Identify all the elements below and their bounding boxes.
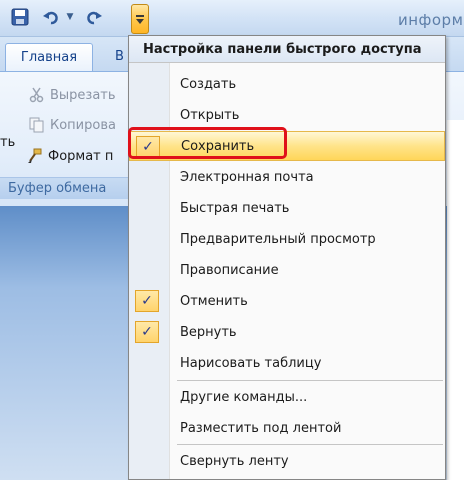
menu-item-redo[interactable]: ✓ Вернуть: [129, 317, 445, 347]
cut-label: Вырезать: [50, 87, 116, 103]
menu-item-spelling[interactable]: Правописание: [129, 255, 445, 285]
menu-item-label: Быстрая печать: [180, 200, 290, 216]
menu-item-show-below-ribbon[interactable]: Разместить под лентой: [129, 413, 445, 443]
save-icon[interactable]: [8, 6, 32, 28]
menu-header: Настройка панели быстрого доступа: [129, 36, 445, 63]
cut-button[interactable]: Вырезать: [28, 86, 116, 104]
undo-icon[interactable]: [40, 6, 62, 28]
brush-icon: [26, 147, 44, 165]
format-painter-label: Формат п: [48, 148, 114, 164]
menu-separator: [177, 380, 443, 381]
menu-item-label: Другие команды...: [180, 389, 308, 405]
tab-home[interactable]: Главная: [5, 43, 93, 71]
customize-qat-icon[interactable]: [131, 4, 149, 34]
menu-item-undo[interactable]: ✓ Отменить: [129, 286, 445, 316]
tab-insert[interactable]: В: [115, 49, 124, 64]
menu-item-label: Разместить под лентой: [180, 420, 342, 436]
menu-item-print-preview[interactable]: Предварительный просмотр: [129, 224, 445, 254]
copy-icon: [28, 116, 46, 134]
copy-button[interactable]: Копирова: [28, 116, 116, 134]
checkmark-icon: ✓: [135, 321, 159, 343]
menu-item-label: Предварительный просмотр: [180, 231, 376, 247]
menu-item-more-commands[interactable]: Другие команды...: [129, 382, 445, 412]
menu-item-label: Вернуть: [180, 324, 237, 340]
document-title: информ: [398, 11, 464, 29]
redo-icon[interactable]: [82, 6, 106, 28]
title-bar: ▼ информ: [0, 0, 464, 37]
menu-item-label: Создать: [180, 76, 237, 92]
highlight-annotation-box: [128, 127, 287, 159]
scissors-icon: [28, 86, 46, 104]
menu-item-label: Отменить: [180, 293, 248, 309]
menu-item-label: Свернуть ленту: [180, 453, 289, 469]
menu-item-label: Открыть: [180, 107, 240, 123]
menu-item-quick-print[interactable]: Быстрая печать: [129, 193, 445, 223]
menu-item-email[interactable]: Электронная почта: [129, 162, 445, 192]
menu-item-create[interactable]: Создать: [129, 69, 445, 99]
format-painter-button[interactable]: Формат п: [26, 147, 113, 165]
menu-item-label: Электронная почта: [180, 169, 314, 185]
clipboard-group-label: Буфер обмена: [0, 177, 128, 199]
checkmark-icon: ✓: [135, 290, 159, 312]
chevron-down-icon[interactable]: ▼: [64, 6, 76, 28]
menu-item-label: Нарисовать таблицу: [180, 355, 322, 371]
menu-separator: [177, 444, 443, 445]
menu-item-label: Правописание: [180, 262, 279, 278]
paste-label-fragment[interactable]: ть: [0, 135, 15, 150]
copy-label: Копирова: [50, 117, 116, 133]
menu-item-minimize-ribbon[interactable]: Свернуть ленту: [129, 446, 445, 476]
menu-item-open[interactable]: Открыть: [129, 100, 445, 130]
customize-qat-menu: Настройка панели быстрого доступа Создат…: [128, 35, 446, 480]
menu-item-draw-table[interactable]: Нарисовать таблицу: [129, 348, 445, 378]
document-page-edge: [447, 120, 464, 480]
